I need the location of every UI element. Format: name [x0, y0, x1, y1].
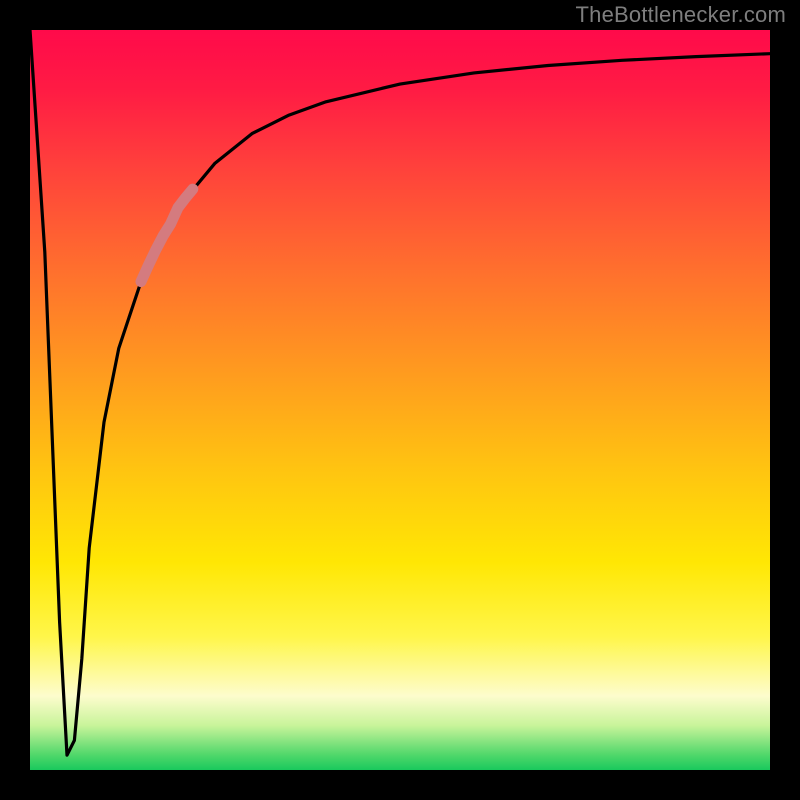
- attribution-label: TheBottlenecker.com: [576, 2, 786, 28]
- bottleneck-curve: [30, 30, 770, 755]
- highlight-segment: [141, 189, 193, 282]
- curve-layer: [30, 30, 770, 770]
- plot-area: [30, 30, 770, 770]
- chart-frame: TheBottlenecker.com: [0, 0, 800, 800]
